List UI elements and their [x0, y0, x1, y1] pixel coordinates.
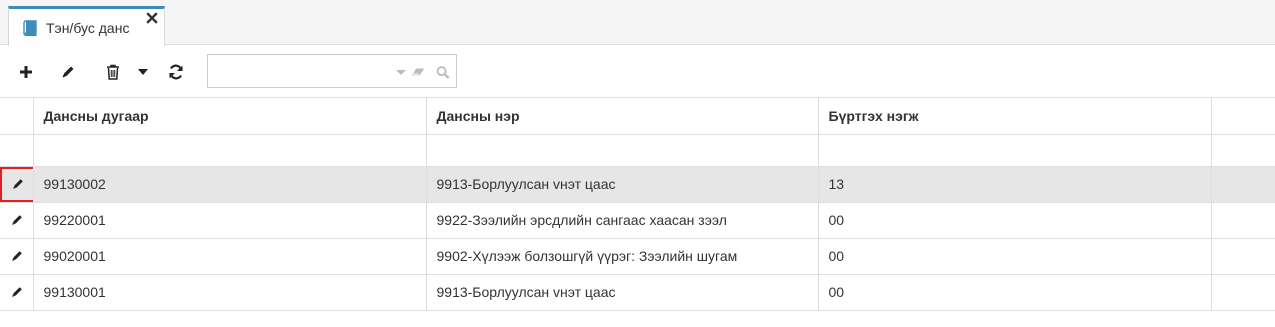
delete-button[interactable]: [101, 60, 125, 84]
trash-icon: [106, 64, 120, 80]
table-row[interactable]: 99130001 9913-Борлуулсан vнэт цаас 00: [0, 274, 1275, 311]
pencil-icon: [10, 249, 24, 263]
edit-button[interactable]: [56, 60, 80, 84]
cell-account-name: 9922-Зээлийн эрсдлийн сангаас хаасан зээ…: [426, 202, 819, 239]
pencil-icon: [10, 213, 24, 227]
table-header-row: Дансны дугаар Дансны нэр Бүртгэх нэгж: [0, 98, 1275, 135]
delete-dropdown-button[interactable]: [131, 60, 155, 84]
cell-filler: [1211, 166, 1275, 203]
cell-filler: [1211, 274, 1275, 311]
cell-unit: 13: [818, 166, 1212, 203]
cell-filler: [1211, 238, 1275, 275]
eraser-icon[interactable]: [411, 65, 425, 79]
row-edit-button[interactable]: [0, 275, 32, 309]
plus-icon: [19, 65, 33, 79]
cell-unit: 00: [818, 202, 1212, 239]
caret-down-icon: [138, 69, 148, 75]
tab-bar: Тэн/бус данс: [0, 0, 1275, 46]
search-box: [207, 54, 457, 88]
header-edit-cell: [0, 98, 34, 135]
pencil-icon: [11, 177, 25, 191]
filter-cell-account-name[interactable]: [426, 134, 819, 167]
row-edit-button[interactable]: [0, 166, 32, 201]
search-input[interactable]: [208, 55, 393, 87]
filter-cell-account-no[interactable]: [33, 134, 427, 167]
cell-account-no: 99220001: [33, 202, 427, 239]
add-button[interactable]: [14, 60, 38, 84]
header-filler-cell: [1211, 98, 1275, 135]
row-edit-cell: [0, 166, 34, 203]
row-edit-cell: [0, 202, 34, 239]
tab-accounts[interactable]: Тэн/бус данс: [8, 6, 165, 46]
table-row[interactable]: 99020001 9902-Хүлээж болзошгүй үүрэг: Зэ…: [0, 238, 1275, 275]
cell-account-no: 99020001: [33, 238, 427, 275]
cell-unit: 00: [818, 274, 1212, 311]
table-row[interactable]: 99130002 9913-Борлуулсан vнэт цаас 13: [0, 166, 1275, 203]
filter-row: [0, 134, 1275, 167]
book-icon: [23, 19, 39, 36]
column-header-account-no[interactable]: Дансны дугаар: [33, 98, 427, 135]
cell-filler: [1211, 202, 1275, 239]
tab-label: Тэн/бус данс: [46, 19, 130, 36]
toolbar: [0, 46, 1275, 98]
cell-account-no: 99130001: [33, 274, 427, 311]
cell-account-name: 9902-Хүлээж болзошгүй үүрэг: Зээлийн шуг…: [426, 238, 819, 275]
cell-account-no: 99130002: [33, 166, 427, 203]
row-edit-button[interactable]: [0, 203, 32, 237]
filter-cell-filler: [1211, 134, 1275, 167]
pencil-icon: [60, 64, 76, 80]
refresh-button[interactable]: [164, 60, 188, 84]
search-icon[interactable]: [436, 65, 450, 79]
column-header-account-name[interactable]: Дансны нэр: [426, 98, 819, 135]
column-header-unit[interactable]: Бүртгэх нэгж: [818, 98, 1212, 135]
cell-account-name: 9913-Борлуулсан vнэт цаас: [426, 166, 819, 203]
cell-account-name: 9913-Борлуулсан vнэт цаас: [426, 274, 819, 311]
filter-cell-unit[interactable]: [818, 134, 1212, 167]
close-icon[interactable]: [146, 12, 158, 24]
refresh-icon: [168, 64, 184, 80]
row-edit-cell: [0, 274, 34, 311]
row-edit-cell: [0, 238, 34, 275]
row-edit-button[interactable]: [0, 239, 32, 273]
table-row[interactable]: 99220001 9922-Зээлийн эрсдлийн сангаас х…: [0, 202, 1275, 239]
dropdown-icon[interactable]: [395, 65, 409, 79]
accounts-table: Дансны дугаар Дансны нэр Бүртгэх нэгж 99…: [0, 98, 1275, 311]
pencil-icon: [10, 285, 24, 299]
cell-unit: 00: [818, 238, 1212, 275]
filter-cell-edit: [0, 134, 34, 167]
